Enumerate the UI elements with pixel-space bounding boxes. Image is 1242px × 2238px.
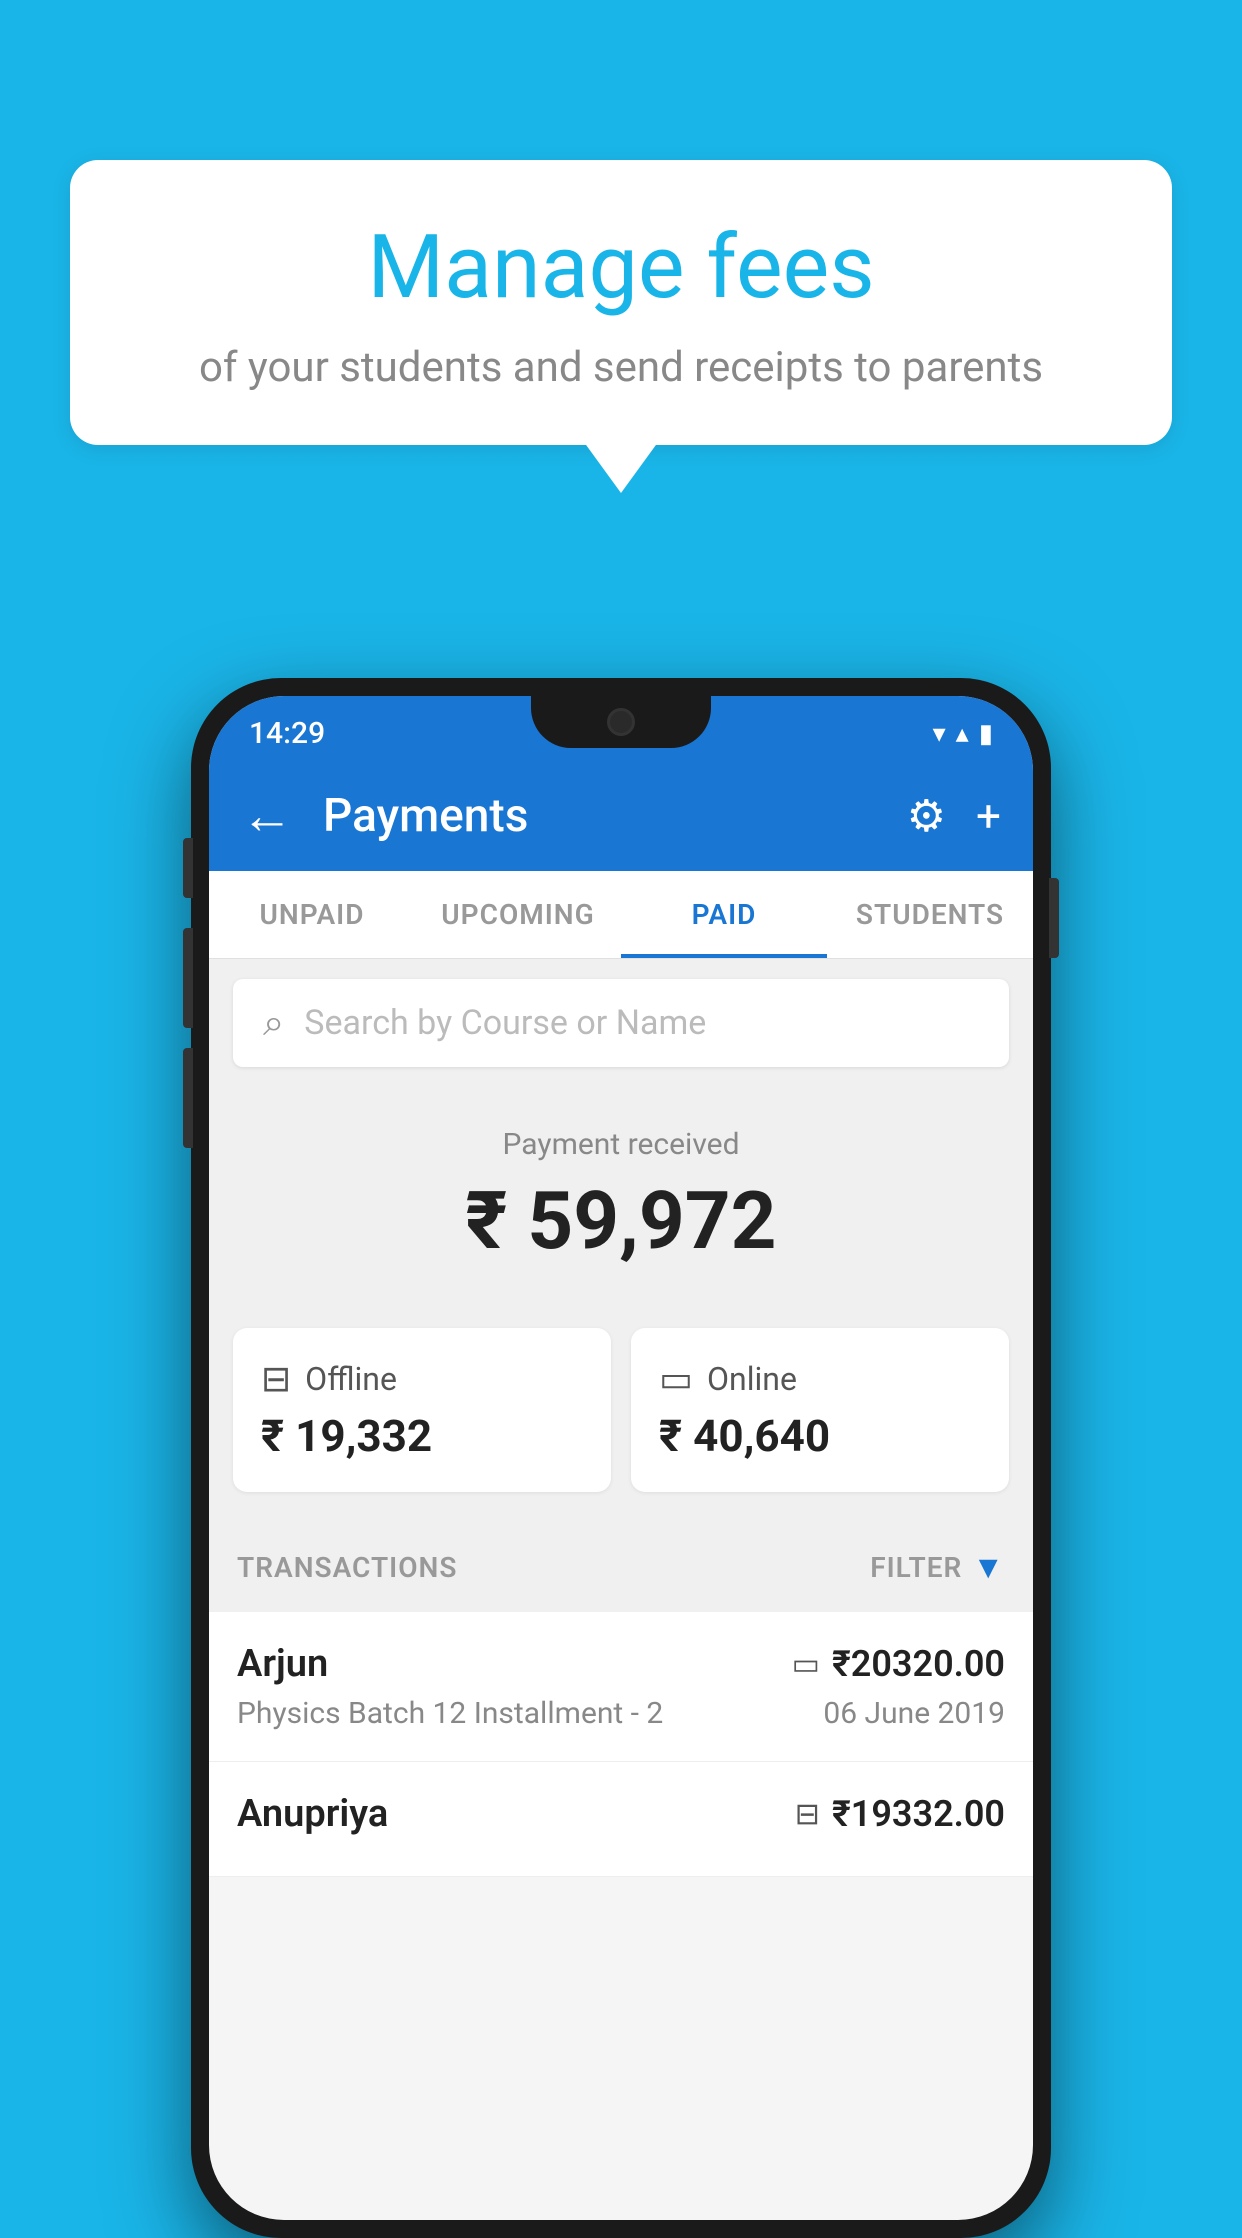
tab-bar: UNPAID UPCOMING PAID STUDENTS [209, 871, 1033, 959]
filter-icon: ▼ [972, 1548, 1005, 1586]
offline-label: Offline [305, 1360, 397, 1398]
offline-amount: ₹ 19,332 [261, 1410, 583, 1462]
app-bar: ← Payments ⚙ + [209, 761, 1033, 871]
speech-bubble-subtitle: of your students and send receipts to pa… [120, 341, 1122, 396]
transaction-amount-wrap: ⊟ ₹19332.00 [795, 1793, 1005, 1835]
online-icon: ▭ [659, 1358, 693, 1400]
wifi-icon: ▾ [933, 719, 946, 749]
transaction-amount: ₹20320.00 [832, 1643, 1005, 1685]
app-bar-actions: ⚙ + [907, 790, 1001, 842]
tab-paid[interactable]: PAID [621, 871, 827, 958]
search-icon: ⌕ [263, 1001, 284, 1045]
transaction-amount: ₹19332.00 [832, 1793, 1005, 1835]
payment-total-amount: ₹ 59,972 [233, 1174, 1009, 1268]
tab-students[interactable]: STUDENTS [827, 871, 1033, 958]
search-placeholder: Search by Course or Name [304, 1003, 706, 1043]
tab-unpaid[interactable]: UNPAID [209, 871, 415, 958]
mute-button [183, 838, 193, 898]
filter-button[interactable]: FILTER ▼ [870, 1548, 1005, 1586]
power-button [1049, 878, 1059, 958]
transactions-label: TRANSACTIONS [237, 1551, 457, 1584]
speech-bubble: Manage fees of your students and send re… [70, 160, 1172, 445]
online-label: Online [707, 1360, 797, 1398]
signal-icon: ▴ [956, 719, 969, 749]
phone-notch [531, 696, 711, 748]
payment-received-label: Payment received [233, 1127, 1009, 1162]
transactions-header: TRANSACTIONS FILTER ▼ [209, 1522, 1033, 1612]
phone-device: 14:29 ▾ ▴ ▮ ← Payments ⚙ + [191, 678, 1051, 2238]
transaction-name: Anupriya [237, 1792, 388, 1836]
speech-bubble-title: Manage fees [120, 220, 1122, 317]
add-button[interactable]: + [976, 790, 1001, 842]
app-bar-title: Payments [323, 789, 877, 843]
offline-payment-card: ⊟ Offline ₹ 19,332 [233, 1328, 611, 1492]
status-icons: ▾ ▴ ▮ [933, 719, 993, 749]
cash-icon: ⊟ [795, 1797, 820, 1832]
transaction-item[interactable]: Anupriya ⊟ ₹19332.00 [209, 1762, 1033, 1877]
transaction-date: 06 June 2019 [823, 1696, 1005, 1731]
battery-icon: ▮ [979, 719, 993, 749]
page-background: Manage fees of your students and send re… [0, 0, 1242, 2208]
credit-card-icon: ▭ [792, 1647, 820, 1682]
transaction-list: Arjun ▭ ₹20320.00 Physics Batch 12 Insta… [209, 1612, 1033, 1877]
volume-down-button [183, 1048, 193, 1148]
settings-button[interactable]: ⚙ [907, 790, 946, 842]
status-time: 14:29 [249, 716, 325, 751]
filter-label: FILTER [870, 1551, 962, 1584]
tab-upcoming[interactable]: UPCOMING [415, 871, 621, 958]
transaction-name: Arjun [237, 1642, 328, 1686]
online-amount: ₹ 40,640 [659, 1410, 981, 1462]
search-container: ⌕ Search by Course or Name [209, 959, 1033, 1087]
front-camera [607, 708, 635, 736]
transaction-course: Physics Batch 12 Installment - 2 [237, 1696, 663, 1731]
transaction-item[interactable]: Arjun ▭ ₹20320.00 Physics Batch 12 Insta… [209, 1612, 1033, 1762]
offline-icon: ⊟ [261, 1358, 291, 1400]
payment-cards-row: ⊟ Offline ₹ 19,332 ▭ Online ₹ 40,640 [209, 1328, 1033, 1522]
search-bar[interactable]: ⌕ Search by Course or Name [233, 979, 1009, 1067]
payment-received-section: Payment received ₹ 59,972 [209, 1087, 1033, 1328]
volume-up-button [183, 928, 193, 1028]
back-button[interactable]: ← [241, 790, 293, 842]
transaction-amount-wrap: ▭ ₹20320.00 [792, 1643, 1005, 1685]
online-payment-card: ▭ Online ₹ 40,640 [631, 1328, 1009, 1492]
